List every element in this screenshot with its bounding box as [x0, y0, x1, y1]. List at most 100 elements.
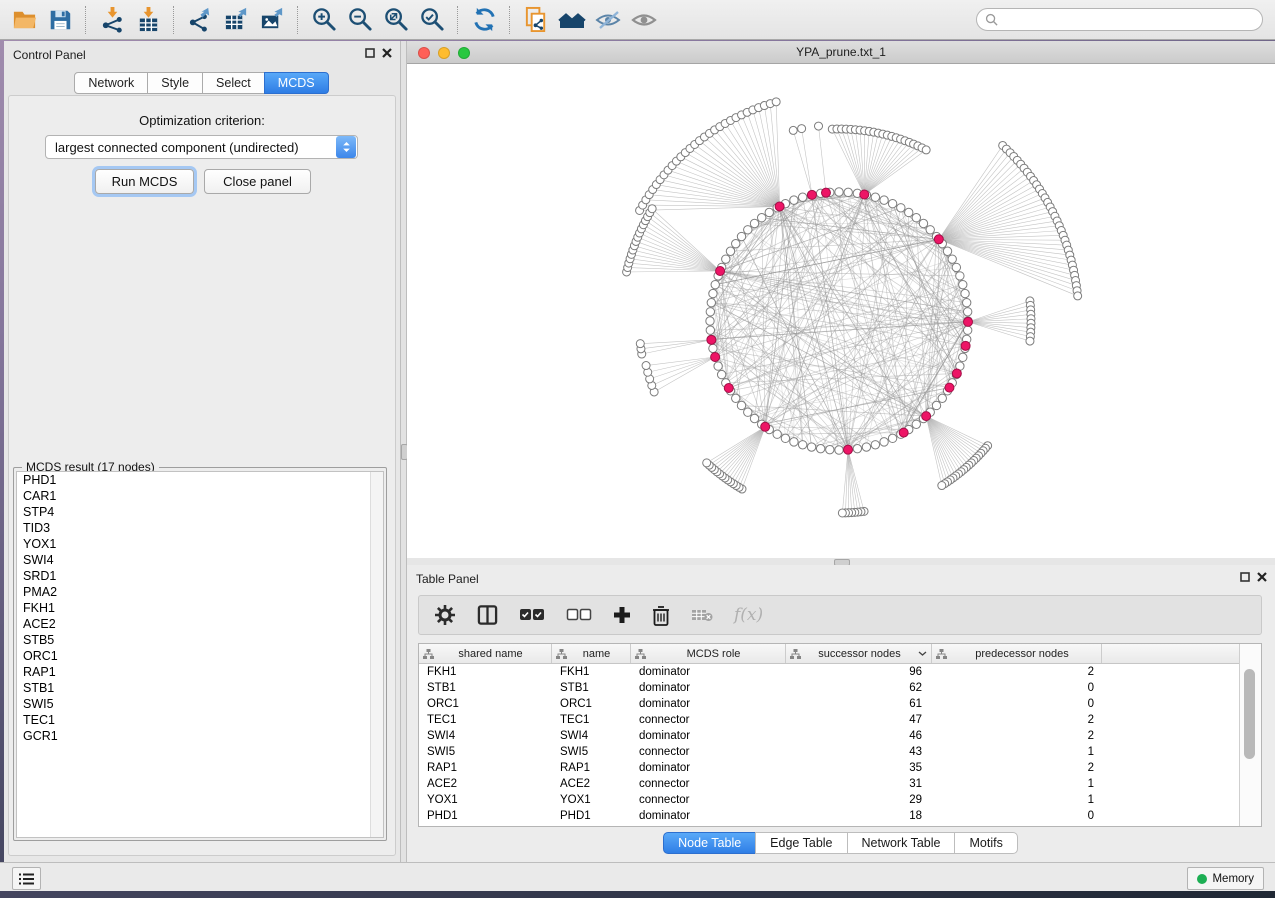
table-cell[interactable]: ORC1 [552, 698, 631, 710]
tab-style[interactable]: Style [147, 72, 203, 94]
zoom-in-button[interactable] [306, 4, 342, 36]
table-row[interactable]: YOX1YOX1connector291 [419, 792, 1261, 808]
table-cell[interactable]: RAP1 [552, 762, 631, 774]
table-cell[interactable]: STB1 [419, 682, 552, 694]
dominator-node[interactable] [934, 235, 943, 244]
mcds-node-item[interactable]: TEC1 [17, 712, 383, 728]
table-cell[interactable]: 96 [786, 666, 932, 678]
dominator-node[interactable] [716, 267, 725, 276]
table-cell[interactable]: dominator [631, 666, 786, 678]
run-mcds-button[interactable]: Run MCDS [95, 169, 194, 194]
table-cell[interactable]: dominator [631, 730, 786, 742]
dominator-node[interactable] [807, 190, 816, 199]
export-network-button[interactable] [182, 4, 218, 36]
table-cell[interactable]: SWI5 [419, 746, 552, 758]
search-field[interactable] [976, 8, 1263, 31]
dominator-node[interactable] [899, 428, 908, 437]
mcds-result-list[interactable]: PHD1CAR1STP4TID3YOX1SWI4SRD1PMA2FKH1ACE2… [16, 471, 384, 838]
table-row[interactable]: ACE2ACE2connector311 [419, 776, 1261, 792]
table-settings-gear-icon[interactable] [434, 604, 456, 626]
table-cell[interactable]: 0 [932, 810, 1102, 822]
mcds-node-item[interactable]: CAR1 [17, 488, 383, 504]
mcds-node-item[interactable]: SWI5 [17, 696, 383, 712]
float-panel-icon[interactable] [1240, 572, 1250, 582]
table-cell[interactable]: SWI5 [552, 746, 631, 758]
table-cell[interactable]: FKH1 [552, 666, 631, 678]
table-cell[interactable]: connector [631, 778, 786, 790]
column-header-predecessor-nodes[interactable]: predecessor nodes [932, 644, 1102, 663]
column-header-MCDS-role[interactable]: MCDS role [631, 644, 786, 663]
float-panel-icon[interactable] [365, 48, 375, 58]
table-cell[interactable]: 35 [786, 762, 932, 774]
tab-mcds[interactable]: MCDS [264, 72, 329, 94]
table-cell[interactable]: dominator [631, 762, 786, 774]
close-panel-button[interactable]: Close panel [204, 169, 311, 194]
close-panel-icon[interactable] [382, 48, 392, 58]
first-neighbors-button[interactable] [554, 4, 590, 36]
table-cell[interactable]: 61 [786, 698, 932, 710]
delete-table-icon[interactable] [691, 608, 713, 622]
table-cell[interactable]: connector [631, 746, 786, 758]
tab-edge-table[interactable]: Edge Table [755, 832, 847, 854]
open-file-button[interactable] [6, 4, 42, 36]
table-row[interactable]: RAP1RAP1dominator352 [419, 760, 1261, 776]
sort-descending-icon[interactable] [918, 651, 927, 657]
zoom-selected-button[interactable] [414, 4, 450, 36]
dominator-node[interactable] [963, 317, 972, 326]
delete-column-trash-icon[interactable] [652, 605, 670, 626]
table-row[interactable]: FKH1FKH1dominator962 [419, 664, 1261, 680]
table-cell[interactable]: 2 [932, 730, 1102, 742]
deselect-all-icon[interactable] [566, 608, 592, 622]
import-network-button[interactable] [94, 4, 130, 36]
mcds-node-item[interactable]: STP4 [17, 504, 383, 520]
memory-button[interactable]: Memory [1187, 867, 1264, 890]
mcds-node-item[interactable]: RAP1 [17, 664, 383, 680]
table-cell[interactable]: dominator [631, 682, 786, 694]
dominator-node[interactable] [711, 352, 720, 361]
table-scrollbar-thumb[interactable] [1244, 669, 1255, 759]
horizontal-splitter[interactable] [407, 558, 1275, 565]
table-scrollbar[interactable] [1239, 644, 1261, 826]
table-cell[interactable]: 2 [932, 762, 1102, 774]
vertical-splitter[interactable] [400, 41, 407, 862]
table-cell[interactable]: ACE2 [419, 778, 552, 790]
tab-select[interactable]: Select [202, 72, 265, 94]
export-image-button[interactable] [254, 4, 290, 36]
save-session-button[interactable] [42, 4, 78, 36]
mcds-node-item[interactable]: PHD1 [17, 472, 383, 488]
network-canvas[interactable] [407, 64, 1275, 558]
table-cell[interactable]: STB1 [552, 682, 631, 694]
table-cell[interactable]: dominator [631, 698, 786, 710]
dominator-node[interactable] [707, 335, 716, 344]
table-row[interactable]: PHD1PHD1dominator180 [419, 808, 1261, 824]
dominator-node[interactable] [724, 384, 733, 393]
select-all-icon[interactable] [519, 608, 545, 622]
dominator-node[interactable] [821, 188, 830, 197]
table-cell[interactable]: YOX1 [552, 794, 631, 806]
zoom-out-button[interactable] [342, 4, 378, 36]
zoom-fit-button[interactable] [378, 4, 414, 36]
table-cell[interactable]: 0 [932, 698, 1102, 710]
column-header-successor-nodes[interactable]: successor nodes [786, 644, 932, 663]
mcds-node-item[interactable]: STB1 [17, 680, 383, 696]
export-table-button[interactable] [218, 4, 254, 36]
table-cell[interactable]: 47 [786, 714, 932, 726]
show-columns-icon[interactable] [477, 604, 498, 626]
table-cell[interactable]: TEC1 [552, 714, 631, 726]
table-cell[interactable]: FKH1 [419, 666, 552, 678]
column-header-shared-name[interactable]: shared name [419, 644, 552, 663]
table-cell[interactable]: 1 [932, 746, 1102, 758]
dominator-node[interactable] [952, 369, 961, 378]
network-window-titlebar[interactable]: YPA_prune.txt_1 [407, 41, 1275, 64]
table-cell[interactable]: 0 [932, 682, 1102, 694]
mcds-node-item[interactable]: ACE2 [17, 616, 383, 632]
table-row[interactable]: TEC1TEC1connector472 [419, 712, 1261, 728]
table-cell[interactable]: 2 [932, 714, 1102, 726]
table-cell[interactable]: connector [631, 794, 786, 806]
mcds-node-item[interactable]: FKH1 [17, 600, 383, 616]
mcds-node-item[interactable]: STB5 [17, 632, 383, 648]
table-cell[interactable]: 1 [932, 794, 1102, 806]
function-builder-button[interactable]: f(x) [734, 605, 763, 625]
mcds-node-item[interactable]: PMA2 [17, 584, 383, 600]
table-row[interactable]: SWI4SWI4dominator462 [419, 728, 1261, 744]
